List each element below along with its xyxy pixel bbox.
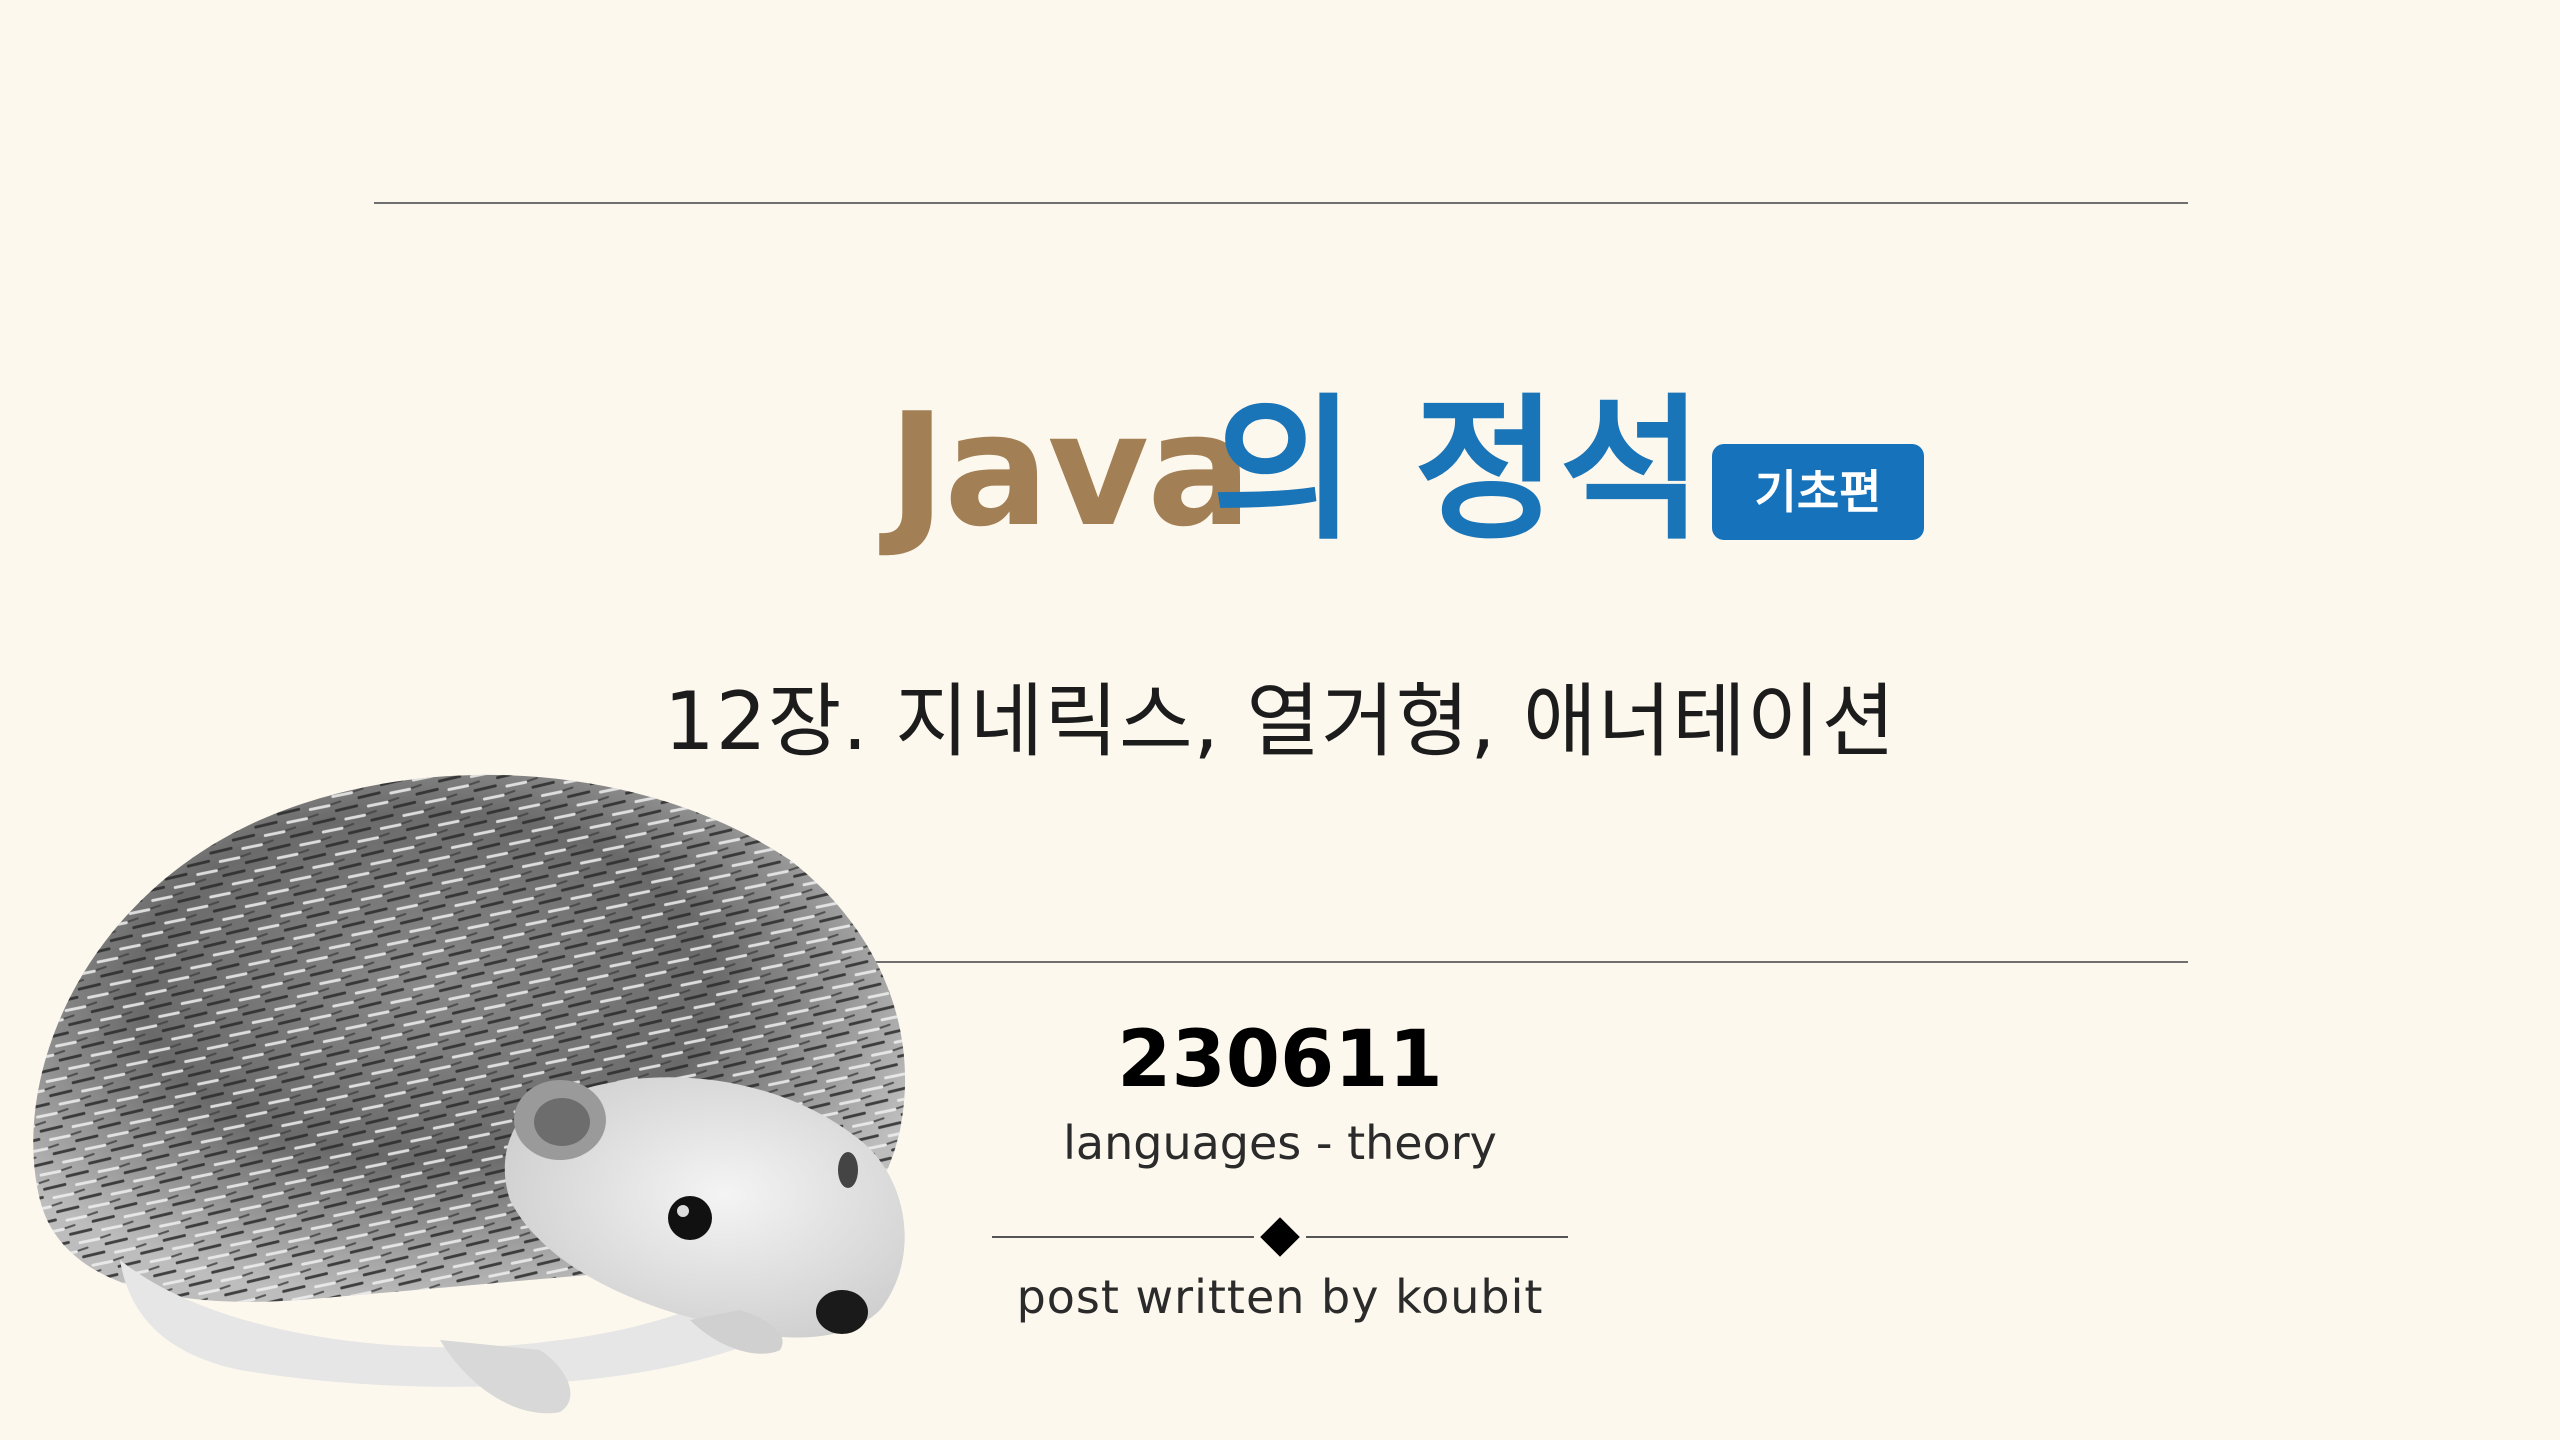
middle-rule xyxy=(870,961,2188,963)
divider-left xyxy=(992,1236,1254,1238)
level-badge: 기초편 xyxy=(1712,444,1924,540)
divider-right xyxy=(1306,1236,1568,1238)
title-korean: 의 정석 xyxy=(1212,379,1705,561)
top-rule xyxy=(374,202,2188,204)
post-category: languages - theory xyxy=(1063,1116,1497,1170)
blog-cover: Java 의 정석 기초편 12장. 지네릭스, 열거형, 애너테이션 2306… xyxy=(0,0,2560,1440)
hedgehog-illustration xyxy=(33,774,906,1414)
post-author: post written by koubit xyxy=(1016,1270,1544,1324)
title-java: Java xyxy=(888,379,1252,561)
diamond-icon xyxy=(1260,1217,1300,1257)
title-row: Java 의 정석 xyxy=(0,380,2560,560)
post-date: 230611 xyxy=(1117,1015,1443,1105)
